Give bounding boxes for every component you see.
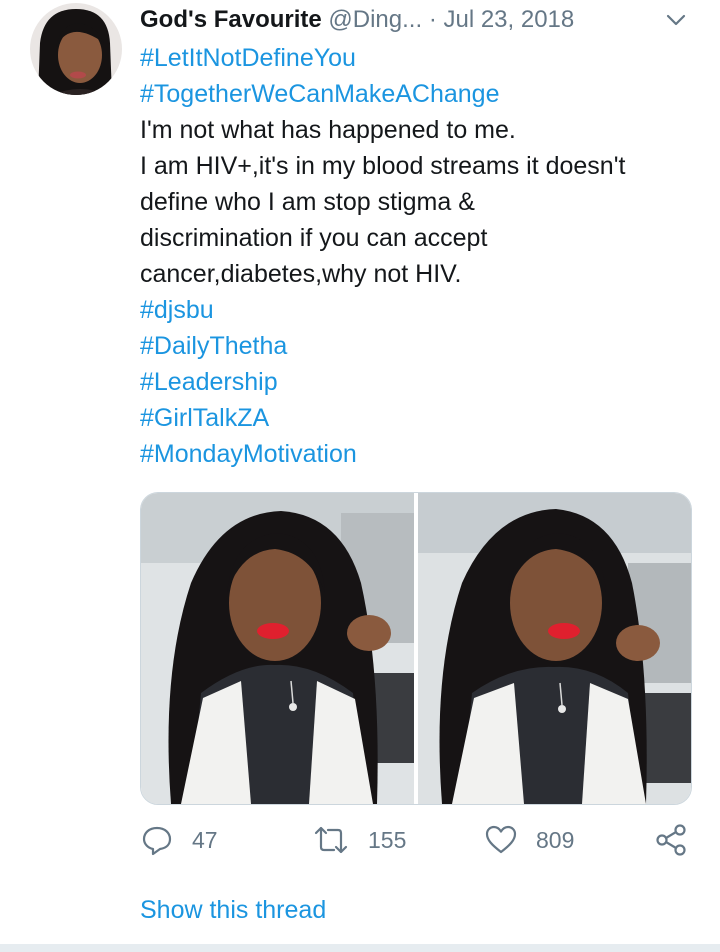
author-name[interactable]: God's Favourite [140, 6, 322, 33]
reply-count: 47 [192, 826, 218, 853]
hashtag-link[interactable]: #MondayMotivation [140, 436, 700, 472]
show-thread-link[interactable]: Show this thread [140, 893, 326, 927]
tweet-text-line: I am HIV+,it's in my blood streams it do… [140, 152, 626, 180]
separator-dot: · [428, 6, 437, 33]
hashtag-link[interactable]: #LetItNotDefineYou [140, 40, 700, 76]
hashtag-link[interactable]: #Leadership [140, 364, 700, 400]
tweet-actions: 47 155 809 [140, 820, 700, 860]
retweet-icon [312, 823, 350, 857]
tweet-header: God's Favourite @Ding... · Jul 23, 2018 [140, 4, 700, 36]
avatar[interactable] [30, 3, 122, 95]
hashtag-link[interactable]: #DailyThetha [140, 328, 700, 364]
chevron-down-icon[interactable] [662, 6, 690, 34]
hashtag-link[interactable]: #GirlTalkZA [140, 400, 700, 436]
tweet-text-line: discrimination if you can accept [140, 224, 488, 252]
reply-button[interactable]: 47 [140, 820, 218, 860]
hashtag-link[interactable]: #TogetherWeCanMakeAChange [140, 76, 700, 112]
photo-1[interactable] [141, 493, 414, 804]
avatar-image [30, 3, 122, 95]
photo-2[interactable] [418, 493, 691, 804]
like-button[interactable]: 809 [484, 820, 574, 860]
share-icon [654, 823, 688, 857]
share-button[interactable] [654, 820, 688, 860]
author-handle[interactable]: @Ding... [328, 6, 422, 33]
tweet-text-line: cancer,diabetes,why not HIV. [140, 260, 462, 288]
tweet-date[interactable]: Jul 23, 2018 [443, 6, 574, 33]
like-count: 809 [536, 826, 575, 853]
retweet-button[interactable]: 155 [312, 820, 406, 860]
heart-icon [484, 823, 518, 857]
tweet-media [140, 492, 692, 805]
tweet-text-line: define who I am stop stigma & [140, 188, 475, 216]
divider [0, 944, 720, 952]
hashtag-link[interactable]: #djsbu [140, 292, 700, 328]
tweet-text: #LetItNotDefineYou #TogetherWeCanMakeACh… [140, 40, 700, 472]
retweet-count: 155 [368, 826, 407, 853]
tweet-text-line: I'm not what has happened to me. [140, 116, 516, 144]
reply-icon [140, 823, 174, 857]
